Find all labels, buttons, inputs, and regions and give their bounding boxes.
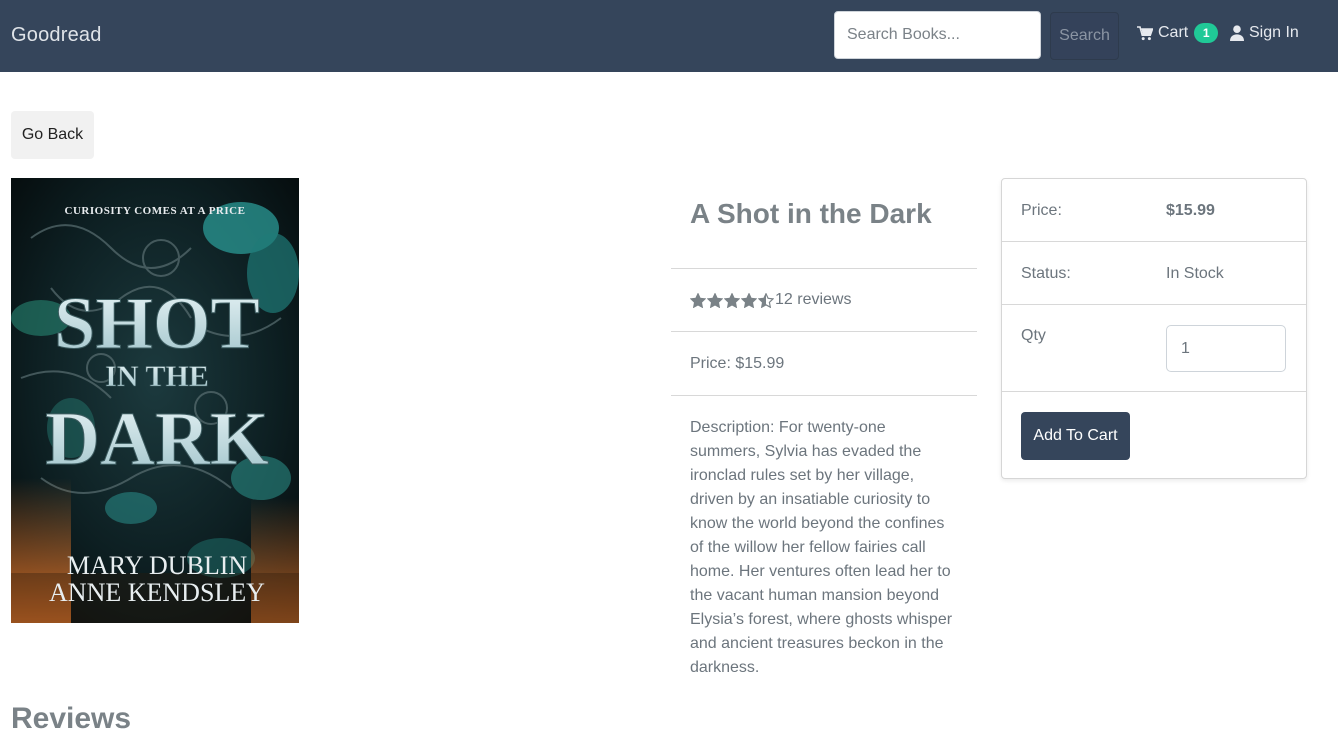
card-price-value: $15.99 [1166,202,1215,219]
card-status-value: In Stock [1166,265,1224,282]
navbar: Goodread Search Cart 1 Sign In [0,0,1338,72]
card-status-label: Status: [1021,265,1071,282]
cart-icon [1137,25,1153,40]
qty-input[interactable] [1166,325,1286,372]
star-full-icon [741,292,757,308]
cart-link[interactable]: Cart 1 [1137,22,1219,44]
product-description: Description: For twenty-one summers, Syl… [690,419,953,676]
go-back-button[interactable]: Go Back [11,111,94,159]
cover-title-line3: DARK [45,397,269,481]
sign-in-link[interactable]: Sign In [1230,22,1299,44]
purchase-card: Price: $15.99 Status: In Stock Qty Add T… [1001,178,1307,479]
cover-author-line1: MARY DUBLIN [67,551,248,580]
star-half-icon [758,292,774,308]
sign-in-label: Sign In [1249,24,1299,41]
book-cover-image: CURIOSITY COMES AT A PRICE SHOT IN THE D… [11,178,299,623]
cover-tagline: CURIOSITY COMES AT A PRICE [65,205,246,217]
star-full-icon [724,292,740,308]
product-price: Price: $15.99 [671,332,977,396]
card-qty-row: Qty [1002,305,1306,392]
cart-label: Cart [1158,24,1189,41]
cover-author-line2: ANNE KENDSLEY [49,578,265,607]
product-details: A Shot in the Dark 12 reviews Price: $15… [671,178,977,680]
reviews-count: 12 reviews [775,291,852,308]
cover-title-line1: SHOT [54,283,260,365]
cover-title-line2: IN THE [105,360,209,393]
card-price-row: Price: $15.99 [1002,179,1306,242]
card-status-row: Status: In Stock [1002,242,1306,305]
cart-count-badge: 1 [1194,23,1219,43]
search-button[interactable]: Search [1050,12,1119,60]
brand-logo[interactable]: Goodread [11,24,102,47]
star-full-icon [690,292,706,308]
star-full-icon [707,292,723,308]
reviews-heading: Reviews [11,702,132,735]
card-price-label: Price: [1021,202,1062,219]
search-input[interactable] [834,11,1041,59]
card-qty-label: Qty [1021,327,1046,344]
add-to-cart-button[interactable]: Add To Cart [1021,412,1130,460]
rating-row: 12 reviews [671,269,977,332]
rating-stars [690,292,775,308]
product-title: A Shot in the Dark [671,178,977,269]
user-icon [1230,25,1244,41]
